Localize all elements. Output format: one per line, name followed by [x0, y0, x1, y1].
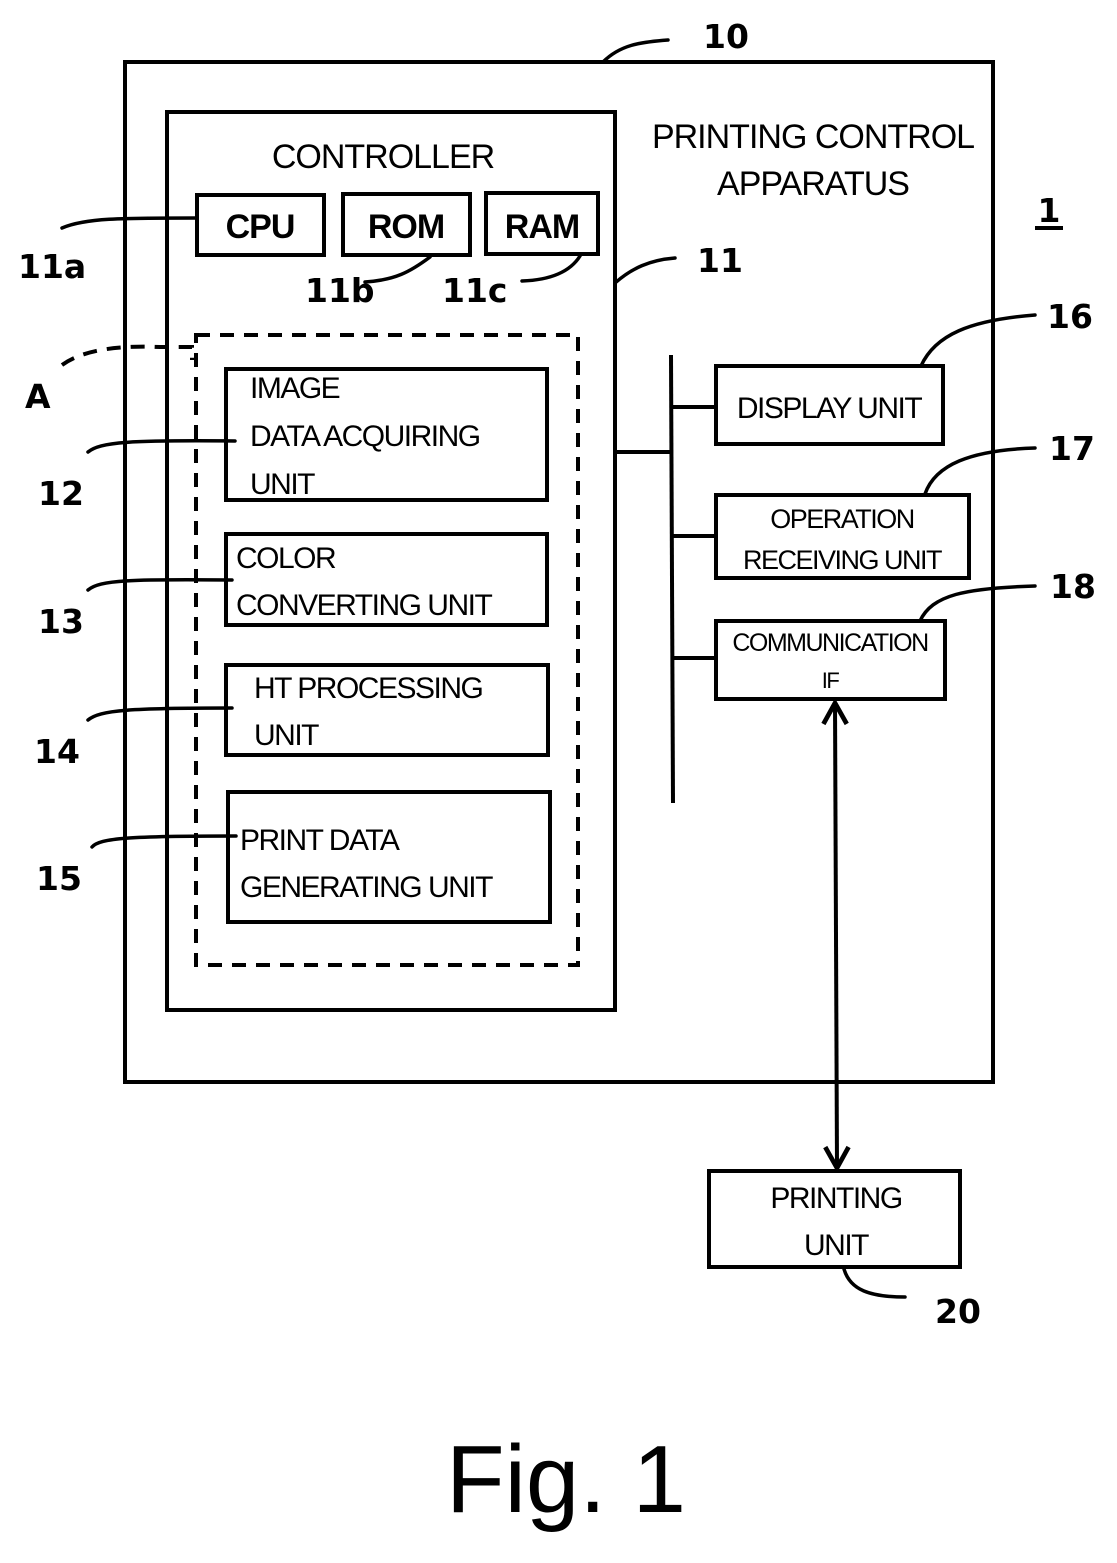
system-ref-number: 1: [1038, 191, 1061, 230]
bus-vertical-line: [669, 354, 675, 804]
display-ref: 16: [1047, 297, 1093, 336]
communication-if-unit: COMMUNICATION IF 18: [714, 567, 1096, 701]
printing-unit: PRINTING UNIT 20: [707, 1169, 981, 1331]
rom-ref: 11b: [305, 271, 375, 310]
display-ref-leader: [919, 313, 1037, 368]
image-data-acquiring-line2: DATA ACQUIRING: [250, 420, 480, 453]
print-data-generating-ref: 15: [36, 859, 82, 898]
ram-label: RAM: [505, 208, 579, 246]
color-converting-ref: 13: [38, 602, 84, 641]
communication-if-line2: IF: [822, 668, 840, 693]
cpu-label: CPU: [226, 208, 295, 246]
cpu-ref-leader: [60, 216, 199, 230]
print-data-generating-ref-leader: [90, 834, 238, 849]
image-data-acquiring-line1: IMAGE: [250, 372, 340, 405]
color-converting-line2: CONVERTING UNIT: [236, 589, 492, 622]
operation-receiving-line1: OPERATION: [770, 504, 914, 534]
image-data-acquiring-ref: 12: [38, 474, 84, 513]
print-data-generating-line1: PRINT DATA: [240, 824, 400, 857]
image-data-acquiring-ref-leader: [86, 439, 237, 454]
display-unit: DISPLAY UNIT 16: [714, 297, 1093, 446]
printing-unit-line2: UNIT: [804, 1229, 869, 1262]
print-data-generating-unit: PRINT DATA GENERATING UNIT 15: [36, 790, 552, 924]
block-diagram: PRINTING CONTROL APPARATUS 10 1 CONTROLL…: [18, 17, 1096, 1533]
cpu-ref: 11a: [18, 247, 86, 286]
printing-unit-line1: PRINTING: [770, 1182, 902, 1215]
operation-receiving-unit: OPERATION RECEIVING UNIT 17: [714, 429, 1095, 580]
rom-ref-leader: [363, 255, 432, 284]
ht-processing-line2: UNIT: [254, 719, 319, 752]
image-data-acquiring-unit: IMAGE DATA ACQUIRING UNIT 12: [38, 367, 549, 513]
apparatus-ref-leader: [601, 38, 670, 64]
group-a-ref: A: [25, 377, 51, 416]
ht-processing-ref-leader: [86, 706, 234, 722]
communication-if-line1: COMMUNICATION: [732, 629, 928, 657]
communication-if-ref: 18: [1050, 567, 1096, 606]
printing-unit-ref-leader: [842, 1267, 907, 1299]
system-bus: [615, 354, 716, 804]
ram-ref: 11c: [442, 271, 507, 310]
apparatus-title-line2: APPARATUS: [717, 165, 909, 203]
color-converting-unit: COLOR CONVERTING UNIT 13: [38, 532, 549, 641]
figure-caption: Fig. 1: [446, 1426, 686, 1533]
ht-processing-unit: HT PROCESSING UNIT 14: [34, 663, 550, 771]
rom-label: ROM: [368, 208, 444, 246]
bidirectional-arrow: [835, 703, 837, 1168]
printing-unit-ref: 20: [935, 1292, 981, 1331]
operation-receiving-ref-leader: [923, 446, 1037, 496]
system-ref: 1: [1035, 191, 1063, 230]
ht-processing-line1: HT PROCESSING: [254, 672, 482, 705]
display-label: DISPLAY UNIT: [737, 392, 922, 425]
image-data-acquiring-line3: UNIT: [250, 468, 315, 501]
print-data-generating-line2: GENERATING UNIT: [240, 871, 493, 904]
color-converting-ref-leader: [86, 577, 234, 592]
operation-receiving-line2: RECEIVING UNIT: [743, 545, 942, 575]
ht-processing-ref: 14: [34, 732, 80, 771]
operation-receiving-ref: 17: [1049, 429, 1095, 468]
controller-ref: 11: [697, 241, 743, 280]
apparatus-title-line1: PRINTING CONTROL: [652, 118, 974, 156]
apparatus-ref: 10: [703, 17, 749, 56]
controller-title: CONTROLLER: [272, 138, 494, 176]
controller-ref-leader: [613, 256, 677, 285]
ram-ref-leader: [520, 254, 582, 283]
communication-if-ref-leader: [918, 584, 1037, 623]
color-converting-line1: COLOR: [236, 542, 336, 575]
